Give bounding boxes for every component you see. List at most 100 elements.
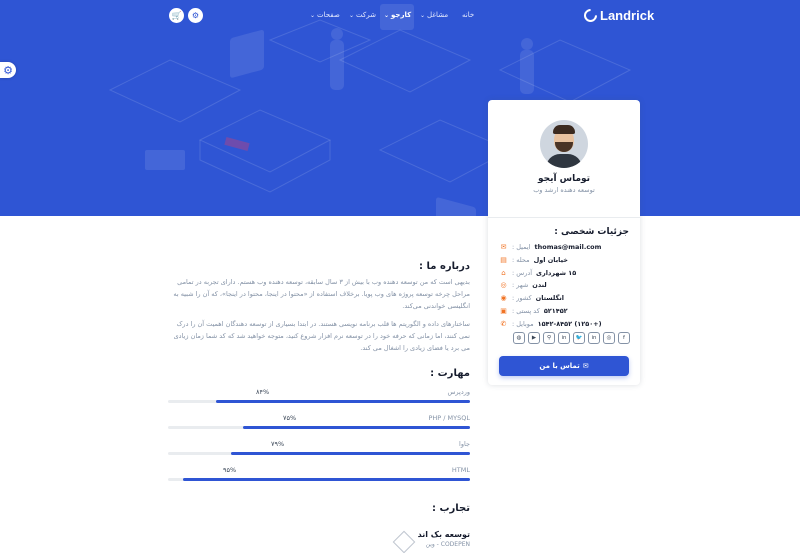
skill-item: جاوا ۷۹% [168,440,470,458]
personal-detail-row: ◎ شهر : لندن [499,279,629,291]
skill-name: جاوا [459,440,470,448]
nav-item-label: کارجو [391,11,412,19]
brand-logo[interactable]: Landrick [581,6,655,25]
nav-item-label: صفحات [317,11,340,19]
detail-value: ۵۲۱۴۵۲ [543,307,568,315]
facebook-icon[interactable]: f [618,332,630,344]
youtube-icon[interactable]: ⚲ [543,332,555,344]
skill-item: وردپرس ۸۴% [168,388,470,406]
hero-illustration [108,4,632,216]
nav-item-home[interactable]: خانه [462,11,474,19]
twitter-icon[interactable]: 🐦 [573,332,585,344]
detail-value: لندن [532,281,547,290]
instagram-icon[interactable]: ◎ [603,332,615,344]
github-icon[interactable]: in [558,332,570,344]
skill-progress-fill [231,452,470,455]
avatar [540,120,588,168]
skill-progress-fill [216,400,470,403]
personal-details-title: جزئیات شخصی : [554,227,629,237]
detail-value: (+۱۲۵۰) ۱۵۴۲-۸۴۵۲ [537,319,602,328]
contact-me-button[interactable]: تماس با من ✉ [499,356,629,376]
chevron-down-icon: ⌄ [310,12,316,19]
gift-icon: ▣ [500,307,507,315]
skill-progress-fill [243,426,470,429]
skill-percent: ۷۵% [283,414,297,422]
detail-label: موبایل : [512,319,534,328]
nav-item-label: خانه [462,11,475,19]
skill-item: HTML ۹۵% [168,466,470,484]
skill-percent: ۷۹% [271,440,285,448]
nav-item-jobs[interactable]: ⌄ مشاغل [420,11,448,19]
detail-label: محله : [512,255,530,264]
nav-item-company[interactable]: ⌄ شرکت [349,11,376,19]
profile-role: توسعه دهنده ارشد وب [533,186,595,194]
gear-icon: ⚙ [3,63,13,77]
about-paragraph-1: بدیهی است که من توسعه دهنده وب با بیش از… [173,278,470,310]
detail-value: انگلستان [535,294,565,303]
experience-item: توسعه بک اند CODEPEN - وین [392,530,470,553]
top-navbar: Landrick خانه ⌄ مشاغل ⌄ کارجو ⌄ شرکت ⌄ صفحات… [0,0,800,32]
profile-name: توماس آیجو [537,174,591,184]
theme-settings-toggle[interactable]: ⚙ [0,62,16,78]
detail-label: شهر : [512,281,529,290]
personal-detail-row: ✆ موبایل : (+۱۲۵۰) ۱۵۴۲-۸۴۵۲ [499,318,629,330]
divider [488,217,640,218]
cart-button[interactable]: 🛒 [169,8,184,23]
skill-name: وردپرس [447,388,470,396]
gear-icon: ⚙ [191,11,200,20]
skill-percent: ۹۵% [223,466,237,474]
chevron-down-icon: ⌄ [384,12,390,19]
bookmark-icon: ▤ [500,255,507,264]
skill-name: PHP / MYSQL [428,414,471,422]
skill-percent: ۸۴% [256,388,270,396]
personal-detail-row: ▤ محله : خیابان اول [499,254,629,266]
skill-progress-track [168,426,470,429]
skill-item: PHP / MYSQL ۷۵% [168,414,470,432]
hero-banner: Landrick خانه ⌄ مشاغل ⌄ کارجو ⌄ شرکت ⌄ صفحات… [0,0,800,216]
chevron-down-icon: ⌄ [420,12,426,19]
detail-label: آدرس : [512,268,533,277]
skills-title: مهارت : [430,368,470,379]
dribbble-icon[interactable]: ▶ [528,332,540,344]
detail-value: thomas@mail.com [534,243,602,251]
detail-label: ایمیل : [512,243,531,251]
brand-name: Landrick [600,8,655,23]
detail-value: خیابان اول [533,255,568,264]
gitlab-icon[interactable]: ◍ [513,332,525,344]
settings-button[interactable]: ⚙ [188,8,203,23]
personal-detail-row: ⌂ آدرس :۱۵ شهرداری [499,267,629,279]
about-section: درباره ما : بدیهی است که من توسعه دهنده … [168,255,470,354]
nav-item-label: مشاغل [427,11,449,19]
personal-detail-row: ◉ کشور : انگلستان [499,292,629,304]
detail-value: ۱۵ شهرداری [536,268,577,277]
linkedin-icon[interactable]: in [588,332,600,344]
skill-progress-fill [183,478,470,481]
skill-name: HTML [451,466,470,474]
experience-job-title: توسعه بک اند [417,530,470,539]
logo-icon [581,6,600,25]
chevron-down-icon: ⌄ [349,12,355,19]
nav-item-pages[interactable]: ⌄ صفحات [310,11,340,19]
about-title: درباره ما : [419,261,470,272]
experience-title: تجارب : [431,503,470,514]
detail-label: کشور : [512,294,532,303]
map-pin-icon: ◉ [500,294,507,303]
social-links: f ◎ in 🐦 in ⚲ ▶ ◍ [513,332,630,344]
personal-detail-row: ✉ ایمیل : thomas@mail.com [499,241,629,253]
mail-icon: ✉ [500,243,507,251]
skill-progress-track [168,478,470,481]
skill-progress-track [168,400,470,403]
italic-icon: ⌂ [501,268,506,277]
experience-company: CODEPEN - وین [425,541,470,548]
contact-button-label: تماس با من [539,362,580,370]
cart-icon: 🛒 [171,11,182,20]
profile-card: توماس آیجو توسعه دهنده ارشد وب جزئیات شخ… [488,100,640,385]
phone-icon: ✆ [500,319,507,328]
nav-item-label: شرکت [356,11,376,19]
skill-progress-track [168,452,470,455]
nav-item-candidates[interactable]: ⌄ کارجو [384,11,411,19]
about-paragraph-2: ساختارهای داده و الگوریتم ها قلب برنامه … [173,320,470,352]
mail-icon: ✉ [582,362,589,370]
personal-detail-row: ▣ کد پستی :۵۲۱۴۵۲ [499,305,629,317]
globe-icon: ◎ [500,281,507,290]
